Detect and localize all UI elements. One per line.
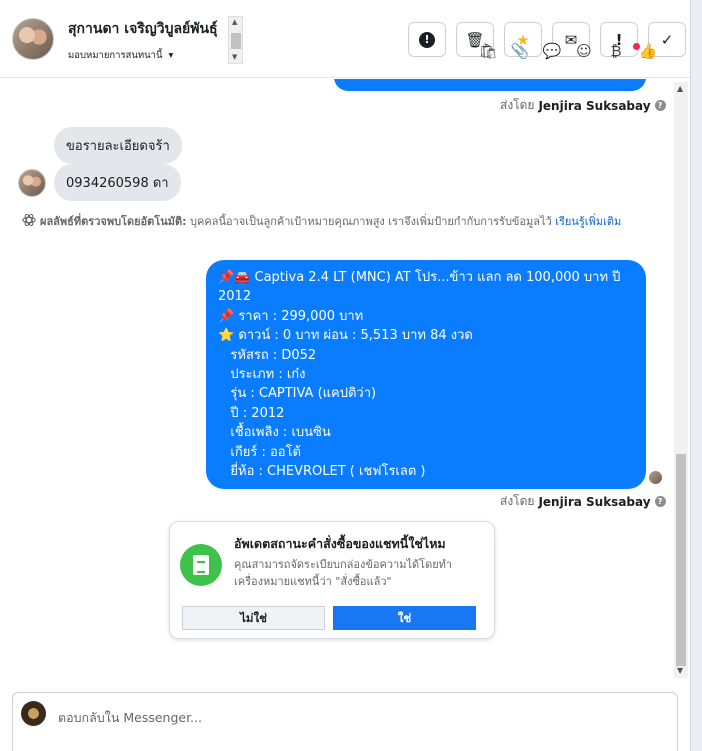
assign-conversation-dropdown[interactable]: มอบหมายการสนทนานี้ ▾ <box>68 48 173 63</box>
scroll-down-icon[interactable]: ▼ <box>677 666 683 675</box>
caret-down-icon: ▾ <box>168 50 174 61</box>
incoming-message[interactable]: ขอรายละเอียดจร้า <box>54 127 182 164</box>
order-status-prompt-card: อัพเดตสถานะคำสั่งซื้อของแชทนี้ใช่ไหม คุณ… <box>169 521 495 639</box>
auto-note-text: บุคคลนี้อาจเป็นลูกค้าเป้าหมายคุณภาพสูง เ… <box>190 215 552 228</box>
help-icon[interactable]: ? <box>654 100 666 111</box>
alert-circle-icon: ! <box>419 31 435 48</box>
shopping-bag-icon[interactable]: 🛍 <box>478 42 498 60</box>
contact-avatar-small <box>18 169 46 197</box>
contact-name[interactable]: สุกานดา เจริญวิบูลย์พันธุ์ <box>68 18 228 40</box>
atom-icon <box>22 214 36 226</box>
yes-button[interactable]: ใช่ <box>333 606 476 630</box>
thread-scroll-thumb[interactable] <box>676 454 686 666</box>
assign-label: มอบหมายการสนทนานี้ <box>68 50 163 61</box>
help-icon[interactable]: ? <box>654 496 666 507</box>
listing-line: ปี : 2012 <box>218 405 285 421</box>
name-scrollbar[interactable]: ▲ ▼ <box>228 16 243 64</box>
listing-line: 📌 ราคา : 299,000 บาท <box>218 308 364 324</box>
order-document-icon <box>180 544 222 586</box>
sent-by-name: Jenjira Suksabay <box>538 494 651 509</box>
payment-icon[interactable]: ₿ <box>606 42 626 60</box>
listing-line: 📌🚘 Captiva 2.4 LT (MNC) AT โปร...ข้าว แล… <box>218 270 621 305</box>
card-title: อัพเดตสถานะคำสั่งซื้อของแชทนี้ใช่ไหม <box>234 536 446 551</box>
listing-line: เกียร์ : ออโต้ <box>218 444 301 460</box>
conversation-header: สุกานดา เจริญวิบูลย์พันธุ์ มอบหมายการสนท… <box>0 0 690 78</box>
incoming-message[interactable]: 0934260598 ดา <box>54 164 181 201</box>
contact-avatar[interactable] <box>12 18 54 60</box>
name-scroll-thumb[interactable] <box>231 33 241 49</box>
listing-line: เชื้อเพลิง : เบนซิน <box>218 425 331 441</box>
page-avatar <box>21 701 46 726</box>
sent-by-prefix: ส่งโดย <box>500 494 535 508</box>
composer-toolbar: 🛍 📎 💬 ☺ ₿ 👍 <box>478 42 658 60</box>
scroll-up-icon[interactable]: ▲ <box>232 18 237 26</box>
saved-replies-icon[interactable]: 💬 <box>542 42 562 60</box>
scroll-down-icon[interactable]: ▼ <box>232 53 237 61</box>
check-icon: ✓ <box>660 30 674 49</box>
sent-by-prefix: ส่งโดย <box>500 98 535 112</box>
read-receipt-avatar <box>649 471 662 484</box>
listing-line: ประเภท : เก๋ง <box>218 367 306 383</box>
auto-note-title: ผลลัพธ์ที่ตรวจพบโดยอัตโนมัติ: <box>40 215 187 228</box>
listing-line: ⭐ ดาวน์ : 0 บาท ผ่อน : 5,513 บาท 84 งวด <box>218 328 473 344</box>
sent-by-label: ส่งโดย Jenjira Suksabay ? <box>500 492 666 511</box>
reply-composer: ตอบกลับใน Messenger... <box>12 692 678 751</box>
listing-line: ยี่ห้อ : CHEVROLET ( เชฟโรเลต ) <box>218 464 426 480</box>
sent-by-label: ส่งโดย Jenjira Suksabay ? <box>500 96 666 115</box>
window-edge <box>690 0 702 751</box>
sent-by-name: Jenjira Suksabay <box>538 98 651 113</box>
card-description: คุณสามารถจัดระเบียบกล่องข้อความได้โดยทำเ… <box>234 558 453 588</box>
reply-input[interactable]: ตอบกลับใน Messenger... <box>58 708 202 728</box>
thumbs-up-icon[interactable]: 👍 <box>638 42 658 60</box>
emoji-icon[interactable]: ☺ <box>574 42 594 60</box>
inbox-conversation-window: สุกานดา เจริญวิบูลย์พันธุ์ มอบหมายการสนท… <box>0 0 702 751</box>
previous-outgoing-message[interactable] <box>334 79 646 91</box>
notification-dot <box>633 43 640 50</box>
scroll-up-icon[interactable]: ▲ <box>677 84 683 93</box>
listing-line: รุ่น : CAPTIVA (แคปติว่า) <box>218 386 377 402</box>
listing-line: รหัสรถ : D052 <box>218 347 317 363</box>
message-thread[interactable]: ส่งโดย Jenjira Suksabay ? ขอรายละเอียดจร… <box>0 79 690 679</box>
attachment-icon[interactable]: 📎 <box>510 42 530 60</box>
no-button[interactable]: ไม่ใช่ <box>182 606 325 630</box>
spam-button[interactable]: ! <box>408 22 446 57</box>
auto-detected-note: ผลลัพธ์ที่ตรวจพบโดยอัตโนมัติ: บุคคลนี้อา… <box>22 213 646 230</box>
learn-more-link[interactable]: เรียนรู้เพิ่มเติม <box>555 215 621 228</box>
thread-scrollbar[interactable]: ▲ ▼ <box>674 82 688 678</box>
outgoing-car-listing-message[interactable]: 📌🚘 Captiva 2.4 LT (MNC) AT โปร...ข้าว แล… <box>206 260 646 490</box>
